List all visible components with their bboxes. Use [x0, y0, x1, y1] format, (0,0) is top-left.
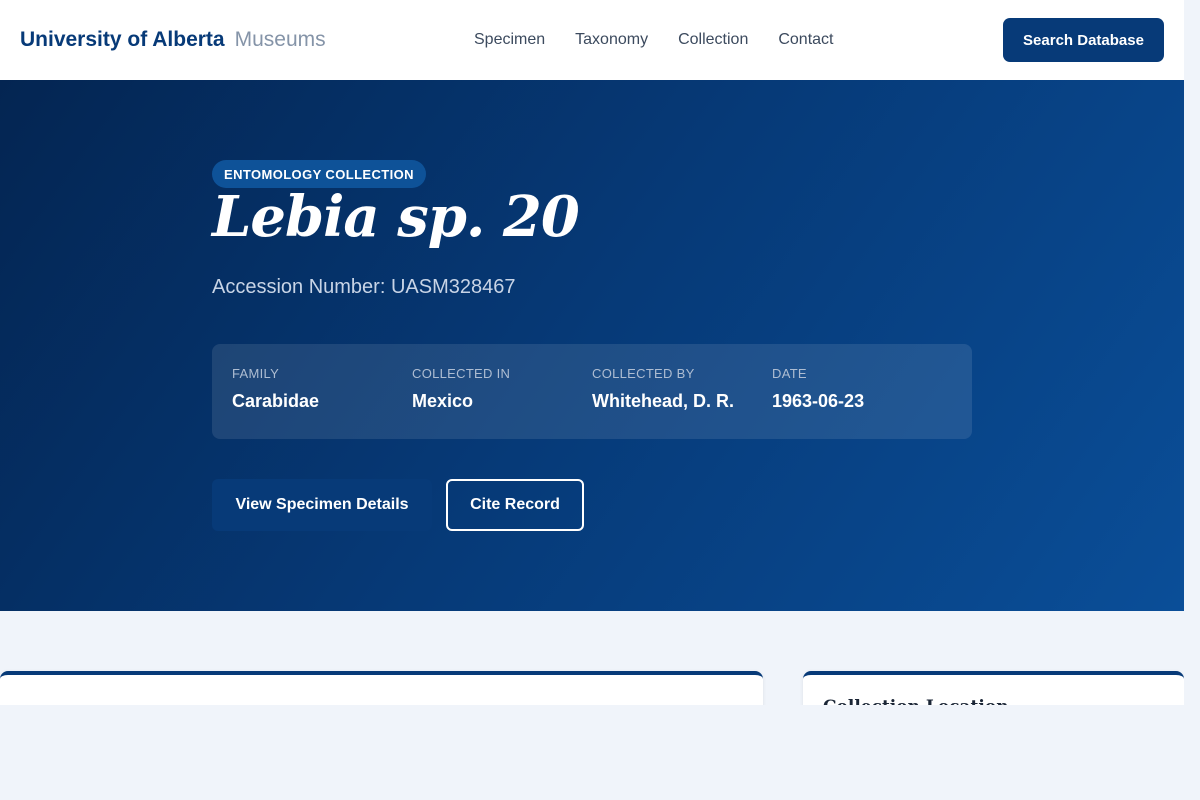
- brand-subtitle: Museums: [234, 28, 326, 51]
- view-specimen-details-button[interactable]: View Specimen Details: [212, 479, 432, 531]
- site-header: University of Alberta Museums Specimen T…: [0, 0, 1184, 80]
- scrollbar[interactable]: [1184, 0, 1200, 705]
- meta-value: 1963-06-23: [772, 391, 865, 411]
- meta-date: DATE 1963-06-23: [772, 366, 952, 439]
- meta-collected-by: COLLECTED BY Whitehead, D. R.: [592, 366, 772, 439]
- content-section: Collection Location: [0, 611, 1184, 705]
- meta-label: DATE: [772, 366, 807, 381]
- search-database-button[interactable]: Search Database: [1003, 18, 1164, 62]
- meta-label: COLLECTED IN: [412, 366, 511, 381]
- main-nav: Specimen Taxonomy Collection Contact: [474, 0, 833, 80]
- cite-record-button[interactable]: Cite Record: [446, 479, 584, 531]
- nav-link-contact[interactable]: Contact: [778, 31, 833, 49]
- accession-number: Accession Number: UASM328467: [212, 276, 516, 298]
- nav-link-collection[interactable]: Collection: [678, 31, 748, 49]
- meta-label: COLLECTED BY: [592, 366, 695, 381]
- meta-value: Carabidae: [232, 391, 320, 411]
- specimen-title: Lebia sp. 20: [212, 184, 580, 250]
- hero-section: ENTOMOLOGY COLLECTION Lebia sp. 20 Acces…: [0, 80, 1184, 611]
- meta-value: Whitehead, D. R.: [592, 391, 735, 411]
- specimen-main-card: [0, 671, 763, 705]
- meta-collected-in: COLLECTED IN Mexico: [412, 366, 592, 439]
- nav-link-specimen[interactable]: Specimen: [474, 31, 545, 49]
- meta-family: FAMILY Carabidae: [232, 366, 412, 439]
- nav-link-taxonomy[interactable]: Taxonomy: [575, 31, 648, 49]
- page: University of Alberta Museums Specimen T…: [0, 0, 1184, 705]
- card-title: Collection Location: [823, 697, 1164, 705]
- specimen-meta-card: FAMILY Carabidae COLLECTED IN Mexico COL…: [212, 344, 972, 439]
- collection-location-card: Collection Location: [803, 671, 1184, 705]
- meta-label: FAMILY: [232, 366, 280, 381]
- meta-value: Mexico: [412, 391, 474, 411]
- brand[interactable]: University of Alberta Museums: [20, 28, 326, 52]
- brand-name: University of Alberta: [20, 28, 225, 51]
